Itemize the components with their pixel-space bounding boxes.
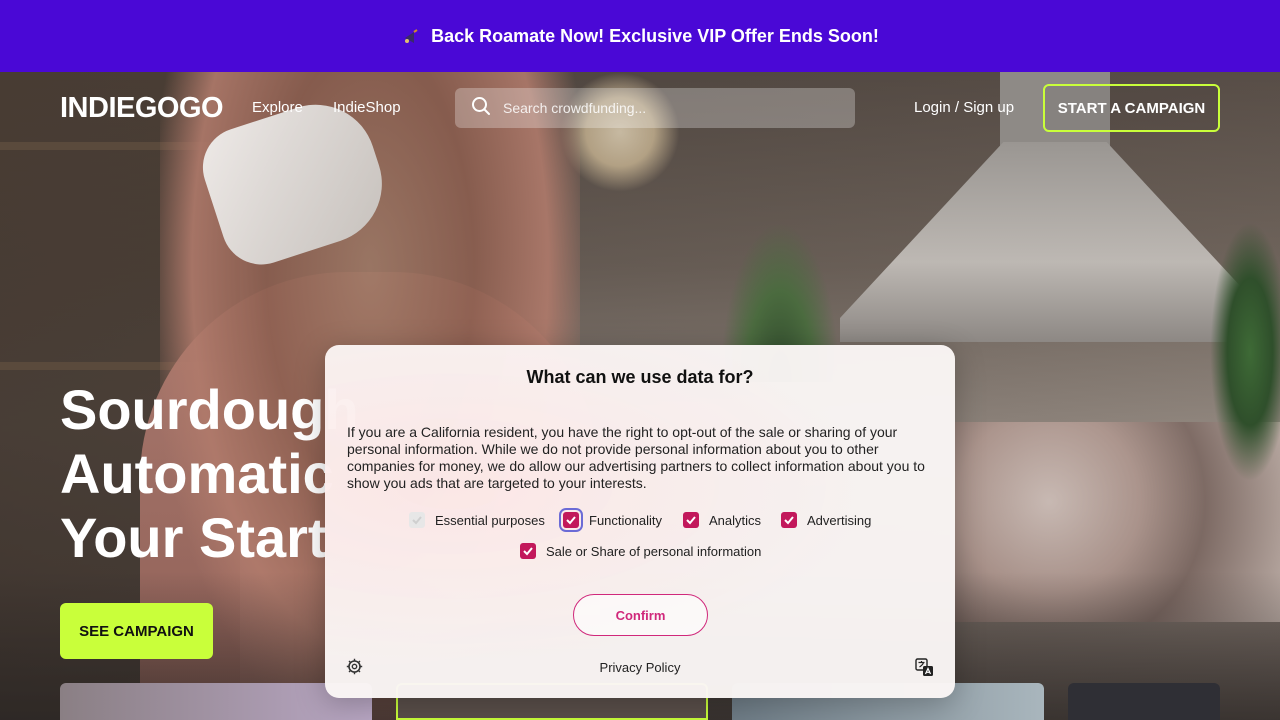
megaphone-icon [401,26,421,46]
checkbox-functionality[interactable] [559,508,583,532]
login-link[interactable]: Login / Sign up [914,99,1014,116]
option-label: Sale or Share of personal information [546,543,762,559]
option-analytics[interactable]: Analytics [683,512,761,528]
privacy-policy-link[interactable]: Privacy Policy [325,660,955,675]
nav-link-explore[interactable]: Explore [252,99,303,116]
consent-title: What can we use data for? [526,367,754,387]
checkbox-sale-share[interactable] [520,543,536,559]
option-advertising[interactable]: Advertising [781,512,871,528]
option-label: Analytics [709,512,762,528]
option-label: Advertising [807,512,872,528]
plant-decor [1210,222,1280,482]
checkbox-advertising[interactable] [781,512,797,528]
consent-dialog: What can we use data for? If you are a C… [325,345,955,698]
search-box[interactable] [455,88,855,128]
logo[interactable]: INDIEGOGO [60,92,224,125]
promo-text[interactable]: Back Roamate Now! Exclusive VIP Offer En… [431,26,879,47]
search-icon [471,96,491,121]
range-hood [840,142,1270,342]
see-campaign-button[interactable]: SEE CAMPAIGN [60,603,213,659]
checkbox-essential[interactable] [409,512,425,528]
thumbnail[interactable] [1068,683,1220,720]
option-label: Essential purposes [435,512,545,528]
translate-icon[interactable] [915,658,934,677]
option-functionality[interactable]: Functionality [559,508,662,532]
confirm-button[interactable]: Confirm [573,594,708,636]
checkbox-analytics[interactable] [683,512,699,528]
top-nav: INDIEGOGO Explore IndieShop Login / Sign… [0,72,1280,144]
nav-link-indieshop[interactable]: IndieShop [333,99,401,116]
option-essential[interactable]: Essential purposes [409,512,545,528]
start-campaign-button[interactable]: START A CAMPAIGN [1043,84,1220,132]
search-input[interactable] [503,100,833,116]
option-label: Functionality [589,512,662,528]
promo-banner[interactable]: Back Roamate Now! Exclusive VIP Offer En… [0,0,1280,72]
option-sale-share[interactable]: Sale or Share of personal information [520,543,761,559]
consent-description: If you are a California resident, you ha… [347,424,925,491]
